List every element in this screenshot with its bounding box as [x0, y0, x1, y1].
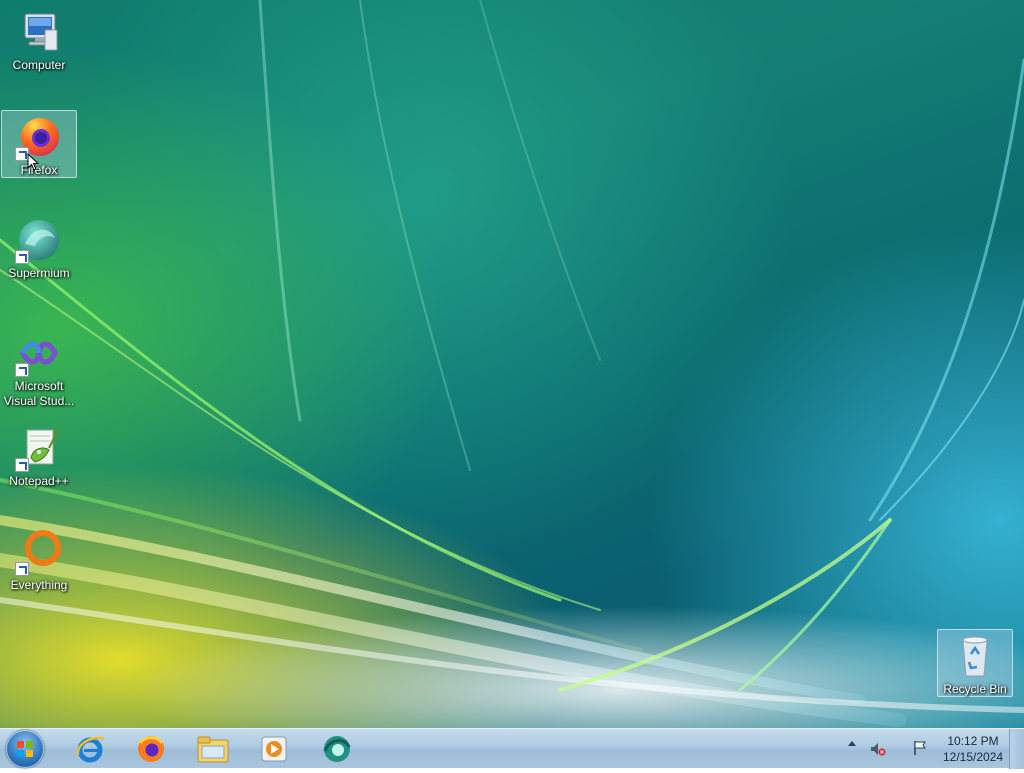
supermium-icon [323, 736, 351, 762]
volume-muted-icon[interactable] [870, 741, 886, 757]
desktop-icon-label: Microsoft Visual Stud... [3, 379, 75, 408]
desktop-icon-label: Supermium [8, 266, 70, 280]
desktop-icon-everything[interactable]: Everything [1, 526, 77, 593]
shortcut-arrow-icon [15, 562, 29, 576]
taskbar-pinned-internet-explorer[interactable] [64, 731, 116, 767]
recycle-bin-icon [951, 632, 999, 680]
desktop-icon-recycle-bin[interactable]: Recycle Bin [937, 629, 1013, 697]
action-center-flag-icon[interactable] [912, 740, 928, 756]
taskbar: 10:12 PM 12/15/2024 [0, 728, 1024, 769]
desktop-icon-notepadpp[interactable]: Notepad++ [1, 422, 77, 489]
taskbar-pinned-supermium[interactable] [311, 731, 363, 767]
computer-icon [15, 8, 63, 56]
shortcut-arrow-icon [15, 363, 29, 377]
supermium-icon [15, 216, 63, 264]
shortcut-arrow-icon [15, 250, 29, 264]
notepadpp-icon [15, 424, 63, 472]
firefox-icon [138, 736, 164, 762]
desktop-icon-label: Computer [12, 58, 66, 72]
desktop-icon-visual-studio[interactable]: Microsoft Visual Stud... [1, 327, 77, 409]
firefox-icon [15, 113, 63, 161]
desktop-icon-supermium[interactable]: Supermium [1, 214, 77, 281]
desktop[interactable]: Computer Firefox Supermium Microsoft Vis… [0, 0, 1024, 728]
shortcut-arrow-icon [15, 458, 29, 472]
taskbar-pinned-media-player[interactable] [248, 731, 300, 767]
taskbar-pinned-file-explorer[interactable] [187, 731, 239, 767]
clock-time: 10:12 PM [947, 734, 999, 748]
system-tray: 10:12 PM 12/15/2024 [834, 729, 1024, 769]
taskbar-pinned-firefox[interactable] [125, 731, 177, 767]
desktop-icon-label: Everything [10, 578, 68, 592]
show-desktop-button[interactable] [1009, 729, 1024, 769]
clock-date: 12/15/2024 [942, 750, 1004, 764]
show-hidden-icons-chevron[interactable] [848, 741, 856, 746]
internet-explorer-icon [76, 736, 105, 763]
mouse-cursor-icon [27, 153, 39, 171]
desktop-icon-label: Notepad++ [9, 474, 69, 488]
file-explorer-icon [197, 736, 229, 763]
start-button[interactable] [6, 730, 44, 768]
everything-search-icon [15, 528, 63, 576]
desktop-icon-label: Recycle Bin [943, 682, 1007, 696]
windows-logo-icon [17, 741, 33, 757]
desktop-icon-firefox[interactable]: Firefox [1, 110, 77, 178]
clock[interactable]: 10:12 PM 12/15/2024 [940, 733, 1006, 765]
wallpaper [0, 0, 1024, 727]
visual-studio-icon [15, 329, 63, 377]
media-player-icon [261, 736, 287, 762]
desktop-icon-computer[interactable]: Computer [1, 6, 77, 73]
